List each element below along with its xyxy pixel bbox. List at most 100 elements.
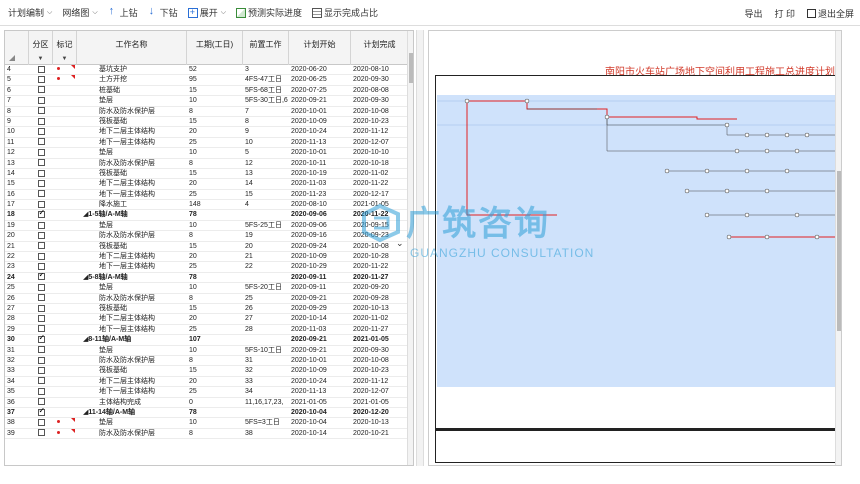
row-checkbox[interactable]: [29, 335, 53, 345]
table-row[interactable]: 9 筏板基础 15 8 2020-10-09 2020-10-23: [5, 117, 409, 128]
row-checkbox[interactable]: [29, 314, 53, 324]
row-checkbox[interactable]: [29, 107, 53, 117]
checkbox-icon[interactable]: [37, 335, 45, 343]
header-mark[interactable]: 标记 ▼: [53, 31, 77, 65]
row-checkbox[interactable]: [29, 190, 53, 200]
plan-edit-menu[interactable]: 计划编制 ⌵: [8, 6, 52, 19]
table-row[interactable]: 17 降水施工 148 4 2020-08-10 2021-01-05: [5, 200, 409, 211]
checkbox-icon[interactable]: [37, 283, 45, 291]
row-mark[interactable]: [53, 335, 77, 345]
table-row[interactable]: 8 防水及防水保护层 8 7 2020-10-01 2020-10-08: [5, 107, 409, 117]
checkbox-icon[interactable]: [37, 190, 45, 198]
chevron-down-icon[interactable]: ⌄: [396, 238, 404, 249]
row-mark[interactable]: [53, 428, 77, 439]
header-part[interactable]: 分区 ▼: [29, 31, 53, 65]
checkbox-icon[interactable]: [37, 315, 45, 323]
table-row[interactable]: 38 垫层 10 5FS=3工日 2020-10-04 2020-10-13: [5, 418, 409, 429]
table-row[interactable]: 15 地下二层主体结构 20 14 2020-11-03 2020-11-22: [5, 179, 409, 190]
row-checkbox[interactable]: [29, 221, 53, 231]
checkbox-icon[interactable]: [37, 304, 45, 312]
row-mark[interactable]: [53, 117, 77, 127]
checkbox-icon[interactable]: [37, 263, 45, 271]
table-row[interactable]: 20 防水及防水保护层 8 19 2020-09-16 2020-09-23: [5, 231, 409, 242]
row-checkbox[interactable]: [29, 179, 53, 189]
row-mark[interactable]: [53, 138, 77, 148]
row-checkbox[interactable]: [29, 398, 53, 408]
row-checkbox[interactable]: [29, 86, 53, 96]
row-checkbox[interactable]: [29, 429, 53, 439]
row-checkbox[interactable]: [29, 75, 53, 85]
row-checkbox[interactable]: [29, 138, 53, 148]
row-mark[interactable]: [53, 148, 77, 158]
row-mark[interactable]: [53, 387, 77, 397]
row-mark[interactable]: [53, 86, 77, 96]
table-row[interactable]: 10 地下二层主体结构 20 9 2020-10-24 2020-11-12: [5, 127, 409, 138]
row-checkbox[interactable]: [29, 65, 53, 75]
table-row[interactable]: 23 地下一层主体结构 25 22 2020-10-29 2020-11-22: [5, 262, 409, 273]
row-mark[interactable]: [53, 179, 77, 189]
table-row[interactable]: 35 地下一层主体结构 25 34 2020-11-13 2020-12-07: [5, 387, 409, 398]
row-checkbox[interactable]: [29, 148, 53, 158]
row-checkbox[interactable]: [29, 96, 53, 106]
row-mark[interactable]: [53, 127, 77, 137]
checkbox-icon[interactable]: [37, 159, 45, 167]
table-row[interactable]: 21 筏板基础 15 20 2020-09-24 2020-10-08: [5, 242, 409, 253]
checkbox-icon[interactable]: [37, 65, 45, 73]
row-mark[interactable]: [53, 169, 77, 179]
row-checkbox[interactable]: [29, 169, 53, 179]
table-row[interactable]: 19 垫层 10 5FS-25工日 2020-09-06 2020-09-15: [5, 221, 409, 232]
row-mark[interactable]: [53, 221, 77, 231]
predict-progress-button[interactable]: 预测实际进度: [236, 6, 302, 19]
checkbox-icon[interactable]: [37, 128, 45, 135]
header-corner[interactable]: [5, 31, 29, 65]
checkbox-icon[interactable]: [37, 429, 45, 437]
table-row[interactable]: 13 防水及防水保护层 8 12 2020-10-11 2020-10-18: [5, 159, 409, 169]
row-mark[interactable]: [53, 398, 77, 408]
network-menu[interactable]: 网络图 ⌵: [62, 6, 97, 19]
table-row[interactable]: 18 ◢1-5轴/A-M轴 78 2020-09-06 2020-11-22: [5, 210, 409, 221]
header-start[interactable]: 计划开始: [289, 31, 351, 65]
plan-scrollbar[interactable]: [835, 31, 841, 465]
row-checkbox[interactable]: [29, 127, 53, 137]
row-checkbox[interactable]: [29, 408, 53, 418]
table-row[interactable]: 5 土方开挖 95 4FS-47工日 2020-06-25 2020-09-30: [5, 75, 409, 86]
row-checkbox[interactable]: [29, 159, 53, 169]
table-row[interactable]: 4 基坑支护 52 3 2020-06-20 2020-08-10: [5, 65, 409, 76]
expand-menu[interactable]: 展开 ⌵: [187, 6, 226, 19]
checkbox-icon[interactable]: [37, 418, 45, 426]
row-mark[interactable]: [53, 262, 77, 272]
row-checkbox[interactable]: [29, 262, 53, 272]
row-mark[interactable]: [53, 283, 77, 293]
row-checkbox[interactable]: [29, 210, 53, 220]
checkbox-icon[interactable]: [37, 294, 45, 302]
checkbox-icon[interactable]: [37, 96, 45, 104]
row-checkbox[interactable]: [29, 283, 53, 293]
table-row[interactable]: 11 地下一层主体结构 25 10 2020-11-13 2020-12-07: [5, 138, 409, 149]
row-mark[interactable]: [53, 107, 77, 117]
table-row[interactable]: 27 筏板基础 15 26 2020-09-29 2020-10-13: [5, 304, 409, 315]
row-mark[interactable]: [53, 408, 77, 418]
filter-dropdown-icon[interactable]: ▼: [29, 56, 52, 62]
drill-up-button[interactable]: 上钻: [108, 5, 138, 19]
row-mark[interactable]: [53, 366, 77, 376]
row-mark[interactable]: [53, 75, 77, 85]
table-row[interactable]: 22 地下二层主体结构 20 21 2020-10-09 2020-10-28: [5, 252, 409, 263]
row-mark[interactable]: [53, 377, 77, 387]
table-row[interactable]: 36 主体结构完成 0 11,16,17,23, 2021-01-05 2021-01-0…: [5, 398, 409, 408]
row-checkbox[interactable]: [29, 346, 53, 356]
checkbox-icon[interactable]: [37, 398, 45, 406]
checkbox-icon[interactable]: [37, 138, 45, 146]
checkbox-icon[interactable]: [37, 107, 45, 115]
row-mark[interactable]: [53, 242, 77, 252]
checkbox-icon[interactable]: [37, 169, 45, 177]
plan-scroll-thumb[interactable]: [837, 171, 841, 331]
checkbox-icon[interactable]: [37, 86, 45, 94]
checkbox-icon[interactable]: [37, 221, 45, 229]
table-row[interactable]: 24 ◢5-8轴/A-M轴 78 2020-09-11 2020-11-27: [5, 273, 409, 284]
checkbox-icon[interactable]: [37, 148, 45, 156]
row-checkbox[interactable]: [29, 304, 53, 314]
row-mark[interactable]: [53, 418, 77, 428]
pane-splitter[interactable]: [416, 30, 424, 466]
checkbox-icon[interactable]: [37, 366, 45, 374]
row-mark[interactable]: [53, 159, 77, 169]
